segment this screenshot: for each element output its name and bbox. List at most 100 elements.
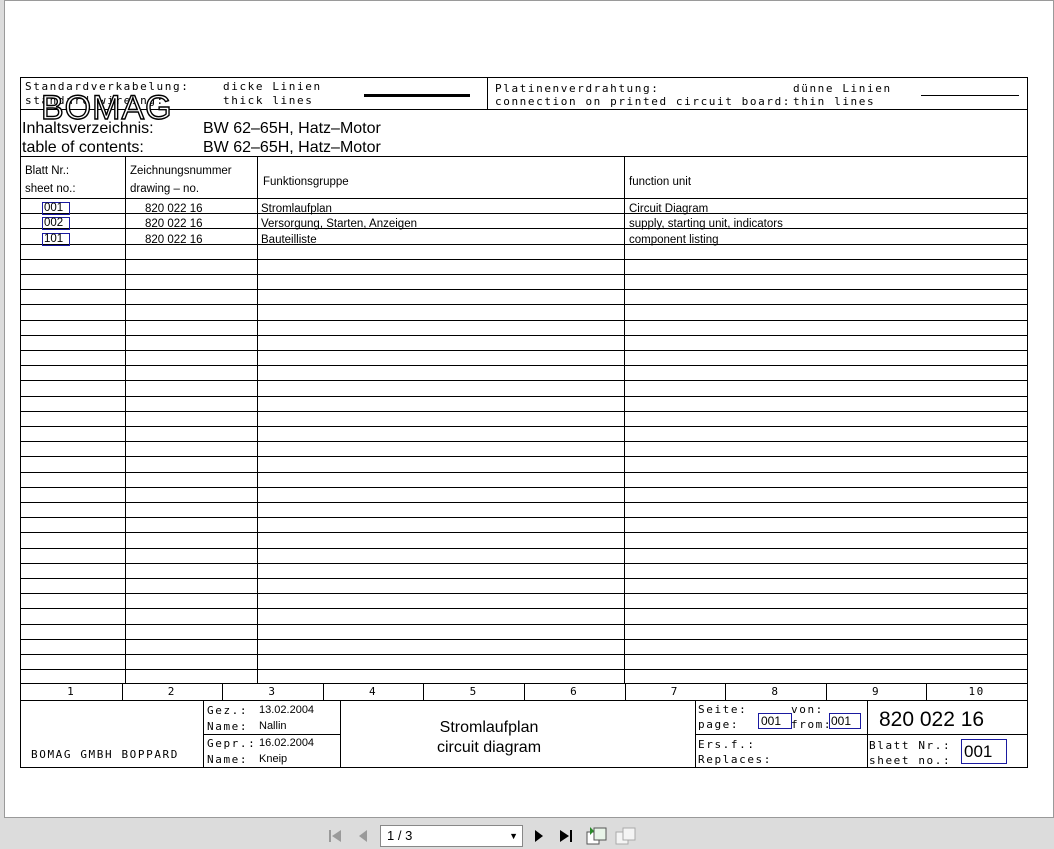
drawing-number-title: 820 022 16 xyxy=(879,708,985,731)
header-drawing-de: Zeichnungsnummer xyxy=(130,165,232,177)
column-number: 3 xyxy=(268,685,277,698)
sheet-label-en: sheet no.: xyxy=(869,754,952,767)
replaces-label-en: Replaces: xyxy=(698,753,773,766)
row-separator xyxy=(21,365,1027,367)
sheet-link[interactable]: 002 xyxy=(42,217,70,230)
legend-thick-en: thick lines xyxy=(223,94,314,107)
column-separator xyxy=(257,156,258,683)
sheet-number: 001 xyxy=(964,742,993,761)
next-page-button[interactable] xyxy=(532,828,546,846)
row-separator xyxy=(21,669,1027,671)
function-unit: component listing xyxy=(629,234,719,246)
column-number-separator xyxy=(222,683,224,700)
row-separator xyxy=(21,258,1027,260)
row-separator xyxy=(21,471,1027,473)
legend-pcb-en: connection on printed circuit board: xyxy=(495,95,792,108)
row-separator xyxy=(21,623,1027,625)
column-separator xyxy=(624,156,625,683)
column-separator xyxy=(125,156,126,683)
row-separator xyxy=(21,319,1027,321)
drawing-number: 820 022 16 xyxy=(145,234,203,246)
row-separator xyxy=(21,441,1027,443)
row-separator xyxy=(21,608,1027,610)
replaces-label-de: Ers.f.: xyxy=(698,738,756,751)
fit-width-button[interactable] xyxy=(615,826,637,848)
column-number: 9 xyxy=(871,685,881,698)
fit-page-button[interactable] xyxy=(586,826,608,848)
drawn-label: Gez.: xyxy=(207,704,249,717)
sheet-link[interactable]: 001 xyxy=(42,202,70,215)
sheet-link[interactable]: 101 xyxy=(42,233,70,246)
row-separator xyxy=(21,198,1027,199)
from-label-de: von: xyxy=(791,703,824,716)
drawn-name: Nallin xyxy=(259,720,287,732)
title-de: Stromlaufplan xyxy=(439,719,539,736)
last-page-icon xyxy=(560,830,572,842)
company-name: BOMAG GMBH BOPPARD xyxy=(31,748,180,761)
from-number: 001 xyxy=(831,714,852,728)
row-separator xyxy=(21,410,1027,412)
row-separator xyxy=(21,274,1027,275)
checked-name-label: Name: xyxy=(207,753,249,766)
column-number: 2 xyxy=(167,685,176,698)
page-selector[interactable]: 1 / 3 ▼ xyxy=(380,825,523,847)
column-number: 8 xyxy=(771,685,780,698)
column-number: 7 xyxy=(670,685,679,698)
document-page: Standardverkabelung: standard wireing: d… xyxy=(4,0,1054,818)
bomag-logo-mark: BOMAG xyxy=(40,88,173,127)
row-separator xyxy=(21,395,1027,397)
page-label-de: Seite: xyxy=(698,703,748,716)
from-label-en: from: xyxy=(791,718,833,731)
first-page-button[interactable] xyxy=(327,828,343,846)
last-page-button[interactable] xyxy=(558,828,576,846)
row-separator xyxy=(21,289,1027,291)
page-indicator: 1 / 3 xyxy=(387,828,413,843)
next-page-icon xyxy=(535,830,543,842)
drawing-number: 820 022 16 xyxy=(145,203,203,215)
column-number-separator xyxy=(725,683,727,700)
page-number-box: 001 xyxy=(758,713,792,729)
drawing-number: 820 022 16 xyxy=(145,218,203,230)
column-number-separator xyxy=(524,683,525,700)
previous-page-button[interactable] xyxy=(356,828,370,846)
sheet-label-de: Blatt Nr.: xyxy=(869,739,952,752)
row-separator xyxy=(21,638,1027,640)
checked-date: 16.02.2004 xyxy=(259,737,315,749)
logo-text: BOMAG xyxy=(41,89,173,123)
row-separator xyxy=(21,578,1027,579)
thin-line-sample xyxy=(921,95,1019,96)
function-group: Versorgung, Starten, Anzeigen xyxy=(261,218,417,230)
row-separator xyxy=(21,502,1027,503)
viewer-toolbar xyxy=(0,818,1054,849)
row-separator xyxy=(21,654,1027,655)
first-page-icon xyxy=(329,830,341,842)
column-number-separator xyxy=(121,683,123,700)
page-number: 001 xyxy=(761,714,782,728)
row-separator xyxy=(21,486,1027,488)
legend-thick-de: dicke Linien xyxy=(223,80,322,93)
thick-line-sample xyxy=(364,94,470,97)
checked-name: Kneip xyxy=(259,753,288,765)
function-unit: Circuit Diagram xyxy=(629,203,709,215)
toc-value-de: BW 62–65H, Hatz–Motor xyxy=(203,120,381,137)
column-number: 5 xyxy=(469,685,478,698)
header-unit: function unit xyxy=(629,176,692,188)
row-separator xyxy=(21,426,1027,427)
column-number-separator xyxy=(926,683,928,700)
header-sheet-en: sheet no.: xyxy=(25,183,76,195)
drawn-date: 13.02.2004 xyxy=(259,704,315,716)
row-separator xyxy=(21,334,1027,336)
row-separator xyxy=(21,380,1027,382)
previous-page-icon xyxy=(359,830,367,842)
legend-pcb-de: Platinenverdrahtung: xyxy=(495,82,660,95)
sheet-number-box: 001 xyxy=(961,739,1007,764)
row-separator xyxy=(21,304,1027,306)
column-number-separator xyxy=(624,683,626,700)
row-separator xyxy=(21,456,1027,458)
row-separator xyxy=(21,532,1027,534)
header-group: Funktionsgruppe xyxy=(263,176,349,188)
drawn-name-label: Name: xyxy=(207,720,249,733)
row-separator xyxy=(21,350,1027,351)
bomag-logo: BOMAG xyxy=(40,88,183,128)
column-number-separator xyxy=(423,683,425,700)
